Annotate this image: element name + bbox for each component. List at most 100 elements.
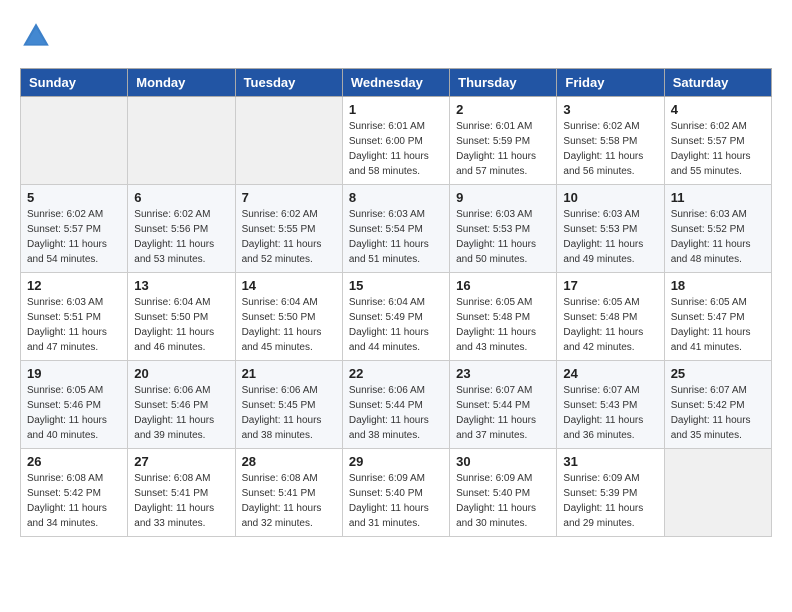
day-info: Sunrise: 6:06 AMSunset: 5:44 PMDaylight:… (349, 383, 443, 443)
calendar-cell: 19Sunrise: 6:05 AMSunset: 5:46 PMDayligh… (21, 361, 128, 449)
calendar-cell: 15Sunrise: 6:04 AMSunset: 5:49 PMDayligh… (342, 273, 449, 361)
day-info: Sunrise: 6:03 AMSunset: 5:53 PMDaylight:… (563, 207, 657, 267)
calendar-cell: 22 Sunrise: 6:06 AMSunset: 5:44 PMDayligh… (342, 361, 449, 449)
day-number: 1 (349, 102, 443, 117)
day-number: 2 (456, 102, 550, 117)
day-number: 21 (242, 366, 336, 381)
calendar-cell: 24 Sunrise: 6:07 AMSunset: 5:43 PMDayligh… (557, 361, 664, 449)
calendar-cell: 16 Sunrise: 6:05 AMSunset: 5:48 PMDayligh… (450, 273, 557, 361)
day-number: 29 (349, 454, 443, 469)
day-info: Sunrise: 6:01 AMSunset: 5:59 PMDaylight:… (456, 119, 550, 179)
day-info: Sunrise: 6:06 AMSunset: 5:46 PMDaylight:… (134, 383, 228, 443)
day-number: 10 (563, 190, 657, 205)
day-info: Sunrise: 6:03 AMSunset: 5:54 PMDaylight:… (349, 207, 443, 267)
day-info: Sunrise: 6:07 AMSunset: 5:43 PMDaylight:… (563, 383, 657, 443)
day-info: Sunrise: 6:02 AMSunset: 5:57 PMDaylight:… (671, 119, 765, 179)
logo-icon (20, 20, 52, 52)
day-number: 17 (563, 278, 657, 293)
calendar-cell: 8 Sunrise: 6:03 AMSunset: 5:54 PMDaylight… (342, 185, 449, 273)
day-info: Sunrise: 6:07 AMSunset: 5:42 PMDaylight:… (671, 383, 765, 443)
calendar-cell: 4 Sunrise: 6:02 AMSunset: 5:57 PMDaylight… (664, 97, 771, 185)
day-info: Sunrise: 6:04 AMSunset: 5:49 PMDaylight:… (349, 295, 443, 355)
calendar-week-row: 19Sunrise: 6:05 AMSunset: 5:46 PMDayligh… (21, 361, 772, 449)
day-info: Sunrise: 6:09 AMSunset: 5:40 PMDaylight:… (349, 471, 443, 531)
calendar-cell: 18 Sunrise: 6:05 AMSunset: 5:47 PMDayligh… (664, 273, 771, 361)
calendar-cell (664, 449, 771, 537)
calendar-cell: 26 Sunrise: 6:08 AMSunset: 5:42 PMDayligh… (21, 449, 128, 537)
day-of-week-header: Sunday (21, 69, 128, 97)
calendar-week-row: 12 Sunrise: 6:03 AMSunset: 5:51 PMDayligh… (21, 273, 772, 361)
day-number: 12 (27, 278, 121, 293)
day-number: 16 (456, 278, 550, 293)
day-info: Sunrise: 6:02 AMSunset: 5:55 PMDaylight:… (242, 207, 336, 267)
page-header (20, 20, 772, 52)
day-info: Sunrise: 6:05 AMSunset: 5:48 PMDaylight:… (456, 295, 550, 355)
day-info: Sunrise: 6:02 AMSunset: 5:58 PMDaylight:… (563, 119, 657, 179)
calendar-table: SundayMondayTuesdayWednesdayThursdayFrid… (20, 68, 772, 537)
day-of-week-header: Thursday (450, 69, 557, 97)
logo (20, 20, 56, 52)
calendar-cell: 3Sunrise: 6:02 AMSunset: 5:58 PMDaylight… (557, 97, 664, 185)
calendar-cell: 30 Sunrise: 6:09 AMSunset: 5:40 PMDayligh… (450, 449, 557, 537)
day-of-week-header: Friday (557, 69, 664, 97)
day-info: Sunrise: 6:09 AMSunset: 5:40 PMDaylight:… (456, 471, 550, 531)
calendar-cell: 5 Sunrise: 6:02 AMSunset: 5:57 PMDaylight… (21, 185, 128, 273)
day-number: 19 (27, 366, 121, 381)
calendar-cell (128, 97, 235, 185)
calendar-cell: 1Sunrise: 6:01 AMSunset: 6:00 PMDaylight… (342, 97, 449, 185)
day-info: Sunrise: 6:02 AMSunset: 5:56 PMDaylight:… (134, 207, 228, 267)
day-number: 9 (456, 190, 550, 205)
day-number: 5 (27, 190, 121, 205)
day-of-week-header: Saturday (664, 69, 771, 97)
calendar-cell: 7Sunrise: 6:02 AMSunset: 5:55 PMDaylight… (235, 185, 342, 273)
day-info: Sunrise: 6:07 AMSunset: 5:44 PMDaylight:… (456, 383, 550, 443)
day-info: Sunrise: 6:09 AMSunset: 5:39 PMDaylight:… (563, 471, 657, 531)
day-number: 23 (456, 366, 550, 381)
day-number: 27 (134, 454, 228, 469)
calendar-cell: 21 Sunrise: 6:06 AMSunset: 5:45 PMDayligh… (235, 361, 342, 449)
day-number: 30 (456, 454, 550, 469)
calendar-header-row: SundayMondayTuesdayWednesdayThursdayFrid… (21, 69, 772, 97)
day-number: 31 (563, 454, 657, 469)
calendar-cell: 9 Sunrise: 6:03 AMSunset: 5:53 PMDaylight… (450, 185, 557, 273)
day-info: Sunrise: 6:02 AMSunset: 5:57 PMDaylight:… (27, 207, 121, 267)
calendar-cell: 20Sunrise: 6:06 AMSunset: 5:46 PMDayligh… (128, 361, 235, 449)
calendar-cell: 14 Sunrise: 6:04 AMSunset: 5:50 PMDayligh… (235, 273, 342, 361)
day-number: 26 (27, 454, 121, 469)
day-info: Sunrise: 6:03 AMSunset: 5:53 PMDaylight:… (456, 207, 550, 267)
calendar-cell: 31 Sunrise: 6:09 AMSunset: 5:39 PMDayligh… (557, 449, 664, 537)
day-info: Sunrise: 6:08 AMSunset: 5:41 PMDaylight:… (242, 471, 336, 531)
day-of-week-header: Monday (128, 69, 235, 97)
calendar-cell: 25Sunrise: 6:07 AMSunset: 5:42 PMDayligh… (664, 361, 771, 449)
calendar-cell: 2 Sunrise: 6:01 AMSunset: 5:59 PMDaylight… (450, 97, 557, 185)
day-number: 18 (671, 278, 765, 293)
calendar-cell: 17 Sunrise: 6:05 AMSunset: 5:48 PMDayligh… (557, 273, 664, 361)
calendar-cell: 23 Sunrise: 6:07 AMSunset: 5:44 PMDayligh… (450, 361, 557, 449)
day-of-week-header: Wednesday (342, 69, 449, 97)
day-number: 13 (134, 278, 228, 293)
calendar-cell: 13 Sunrise: 6:04 AMSunset: 5:50 PMDayligh… (128, 273, 235, 361)
calendar-week-row: 1Sunrise: 6:01 AMSunset: 6:00 PMDaylight… (21, 97, 772, 185)
day-info: Sunrise: 6:03 AMSunset: 5:52 PMDaylight:… (671, 207, 765, 267)
day-info: Sunrise: 6:06 AMSunset: 5:45 PMDaylight:… (242, 383, 336, 443)
day-info: Sunrise: 6:05 AMSunset: 5:48 PMDaylight:… (563, 295, 657, 355)
day-number: 24 (563, 366, 657, 381)
day-number: 22 (349, 366, 443, 381)
calendar-cell: 11Sunrise: 6:03 AMSunset: 5:52 PMDayligh… (664, 185, 771, 273)
calendar-week-row: 5 Sunrise: 6:02 AMSunset: 5:57 PMDaylight… (21, 185, 772, 273)
day-info: Sunrise: 6:08 AMSunset: 5:42 PMDaylight:… (27, 471, 121, 531)
day-number: 6 (134, 190, 228, 205)
calendar-cell: 29 Sunrise: 6:09 AMSunset: 5:40 PMDayligh… (342, 449, 449, 537)
calendar-cell: 6 Sunrise: 6:02 AMSunset: 5:56 PMDaylight… (128, 185, 235, 273)
day-number: 8 (349, 190, 443, 205)
calendar-cell (21, 97, 128, 185)
day-info: Sunrise: 6:03 AMSunset: 5:51 PMDaylight:… (27, 295, 121, 355)
day-info: Sunrise: 6:04 AMSunset: 5:50 PMDaylight:… (242, 295, 336, 355)
day-number: 14 (242, 278, 336, 293)
day-info: Sunrise: 6:05 AMSunset: 5:47 PMDaylight:… (671, 295, 765, 355)
day-info: Sunrise: 6:08 AMSunset: 5:41 PMDaylight:… (134, 471, 228, 531)
day-info: Sunrise: 6:04 AMSunset: 5:50 PMDaylight:… (134, 295, 228, 355)
day-number: 4 (671, 102, 765, 117)
calendar-week-row: 26 Sunrise: 6:08 AMSunset: 5:42 PMDayligh… (21, 449, 772, 537)
calendar-cell: 12 Sunrise: 6:03 AMSunset: 5:51 PMDayligh… (21, 273, 128, 361)
